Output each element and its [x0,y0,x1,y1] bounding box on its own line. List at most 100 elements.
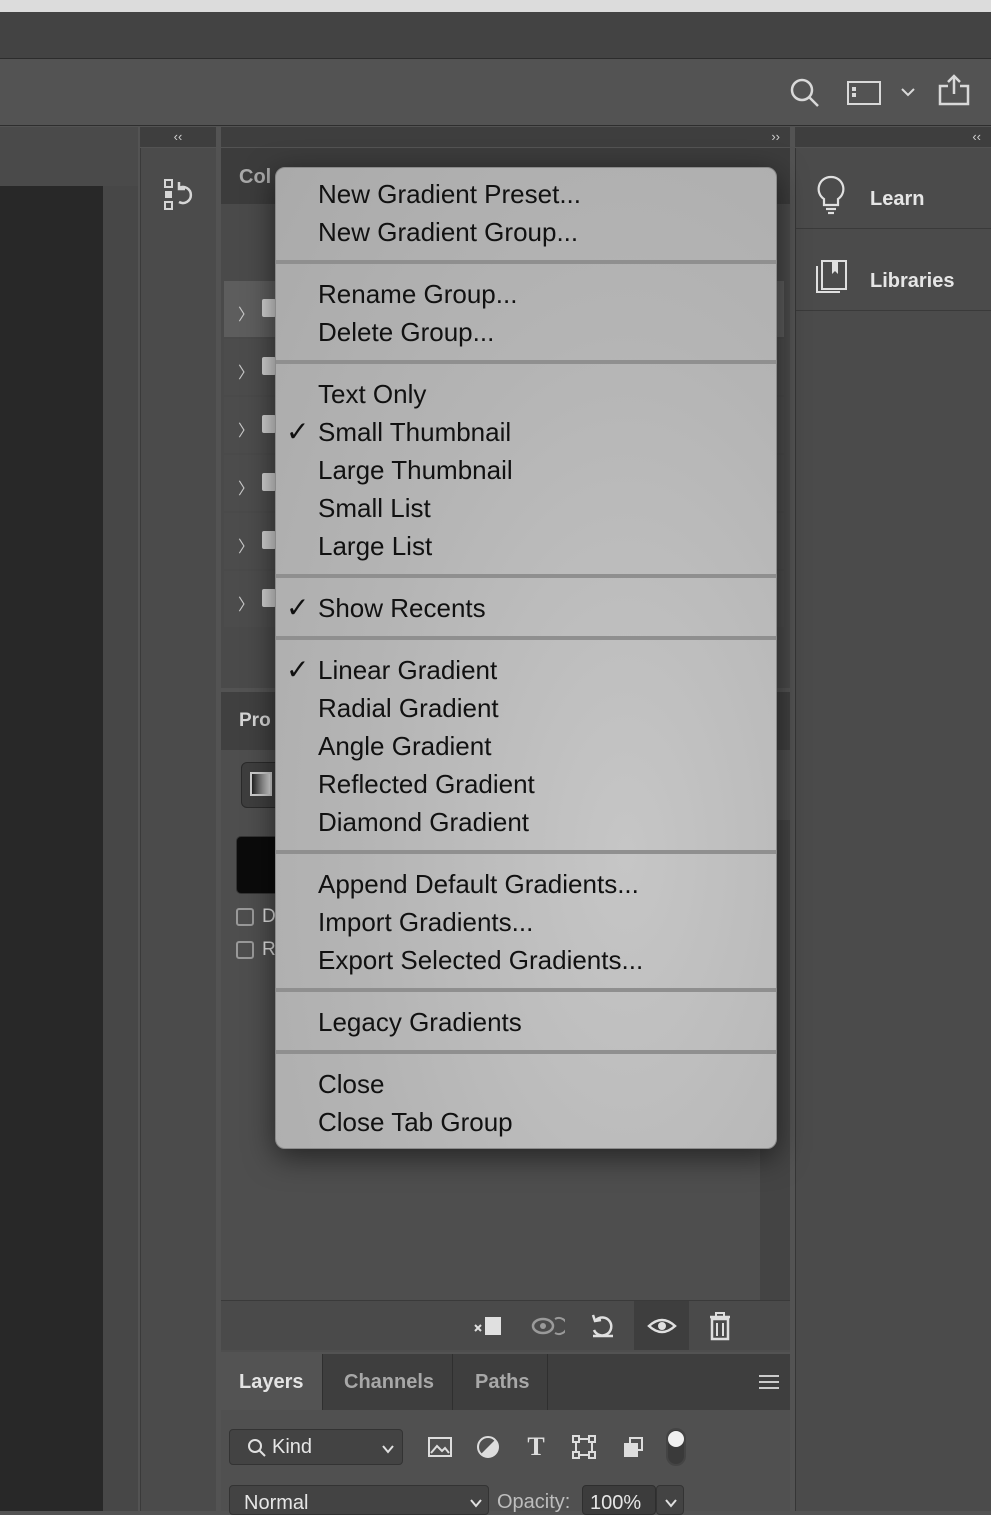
collapse-mid-button[interactable]: ›› [221,127,790,147]
canvas-tab-strip [0,127,138,186]
menu-item-label: Small Thumbnail [318,417,512,447]
menu-item-label: Small List [318,493,431,523]
filter-adjustment-icon[interactable] [475,1435,501,1459]
menu-item[interactable]: Delete Group... [276,312,776,350]
menu-item[interactable]: Close Tab Group [276,1102,776,1140]
checkmark-icon: ✓ [286,416,310,447]
chevron-down-icon[interactable] [898,82,918,102]
menu-item[interactable]: Export Selected Gradients... [276,940,776,978]
trash-icon[interactable] [704,1311,736,1341]
tab-channels[interactable]: Channels [326,1354,454,1410]
menu-item-label: Import Gradients... [318,907,534,937]
collapsed-panel-dock [140,148,216,1511]
menu-item-label: Close [318,1069,385,1099]
collapse-left-button[interactable]: ‹‹ [140,127,216,147]
filter-pixel-icon[interactable] [427,1435,453,1459]
chevron-right-icon[interactable]: 〉 [238,475,254,499]
chevron-down-icon [665,1499,677,1508]
filter-smart-object-icon[interactable] [620,1434,646,1460]
menu-item[interactable]: Radial Gradient [276,688,776,726]
menu-item-label: Linear Gradient [318,655,498,685]
menu-item[interactable]: Reflected Gradient [276,764,776,802]
color-swatch-black[interactable] [236,836,280,894]
checkbox-r-label: R [262,939,276,960]
menu-item[interactable]: ✓ Small Thumbnail [276,412,776,450]
blend-mode-label: Normal [244,1492,309,1514]
clip-to-layer-icon[interactable] [471,1311,503,1341]
search-icon [248,1439,266,1457]
history-icon[interactable] [161,178,197,214]
menu-separator [276,360,776,364]
menu-item[interactable]: Large List [276,526,776,564]
menu-item[interactable]: Large Thumbnail [276,450,776,488]
menu-item[interactable]: Rename Group... [276,274,776,312]
menu-separator [276,260,776,264]
menu-item-label: Text Only [318,379,427,409]
menu-item-label: New Gradient Preset... [318,179,581,209]
dock-item-label: Learn [870,188,925,210]
properties-title: Pro [239,710,271,731]
chevron-right-icon[interactable]: 〉 [238,359,254,383]
system-menubar [0,0,991,12]
filter-shape-icon[interactable] [571,1434,597,1460]
layer-filter-kind-select[interactable]: Kind [229,1429,403,1465]
chevron-right-icon[interactable]: 〉 [238,417,254,441]
collapse-right-button[interactable]: ‹‹ [795,127,991,147]
tab-layers[interactable]: Layers [221,1354,323,1410]
eye-icon[interactable] [646,1311,678,1341]
menu-item[interactable]: New Gradient Preset... [276,174,776,212]
tab-paths[interactable]: Paths [457,1354,549,1410]
properties-toolbar [221,1300,790,1350]
folder-icon [262,299,276,317]
menu-item[interactable]: ✓ Linear Gradient [276,650,776,688]
search-icon[interactable] [788,76,822,110]
gradients-panel-menu: New Gradient Preset... New Gradient Group… [275,167,777,1149]
chevron-right-icon[interactable]: 〉 [238,301,254,325]
filter-kind-label: Kind [272,1436,313,1458]
dock-item-label: Libraries [870,270,955,292]
checkmark-icon: ✓ [286,654,310,685]
app-titlebar [0,12,991,59]
layers-tab-bar: Layers Channels Paths [221,1354,790,1410]
chevron-down-icon [470,1499,482,1508]
menu-separator [276,574,776,578]
dock-item-learn[interactable]: Learn [796,148,991,229]
menu-item[interactable]: Text Only [276,374,776,412]
share-icon[interactable] [936,72,972,108]
menu-separator [276,636,776,640]
menu-item-label: Diamond Gradient [318,807,529,837]
menu-item[interactable]: Legacy Gradients [276,1002,776,1040]
menu-item-label: Reflected Gradient [318,769,535,799]
folder-icon [262,473,276,491]
menu-item-label: Export Selected Gradients... [318,945,644,975]
canvas-gutter [103,186,138,1511]
chevron-right-icon[interactable]: 〉 [238,591,254,615]
checkbox-r[interactable] [236,941,254,959]
menu-item-label: New Gradient Group... [318,217,579,247]
menu-item[interactable]: Diamond Gradient [276,802,776,840]
menu-item-label: Radial Gradient [318,693,499,723]
folder-icon [262,531,276,549]
reset-icon[interactable] [587,1311,619,1341]
tab-color[interactable]: Col [239,166,271,189]
document-canvas[interactable] [0,186,103,1511]
menu-item[interactable]: Small List [276,488,776,526]
filter-toggle-switch[interactable] [666,1428,686,1466]
menu-item[interactable]: ✓ Show Recents [276,588,776,626]
panel-menu-icon[interactable] [759,1374,779,1390]
menu-separator [276,850,776,854]
menu-item-label: Large List [318,531,433,561]
workspace-icon[interactable] [846,78,882,108]
chevron-right-icon[interactable]: 〉 [238,533,254,557]
menu-item[interactable]: New Gradient Group... [276,212,776,250]
menu-item[interactable]: Close [276,1064,776,1102]
menu-item[interactable]: Angle Gradient [276,726,776,764]
folder-icon [262,589,276,607]
checkbox-d[interactable] [236,908,254,926]
menu-item-label: Legacy Gradients [318,1007,522,1037]
view-previous-state-icon[interactable] [529,1311,565,1341]
menu-item[interactable]: Import Gradients... [276,902,776,940]
dock-item-libraries[interactable]: Libraries [796,230,991,311]
menu-item[interactable]: Append Default Gradients... [276,864,776,902]
filter-type-icon[interactable]: T [523,1433,549,1461]
